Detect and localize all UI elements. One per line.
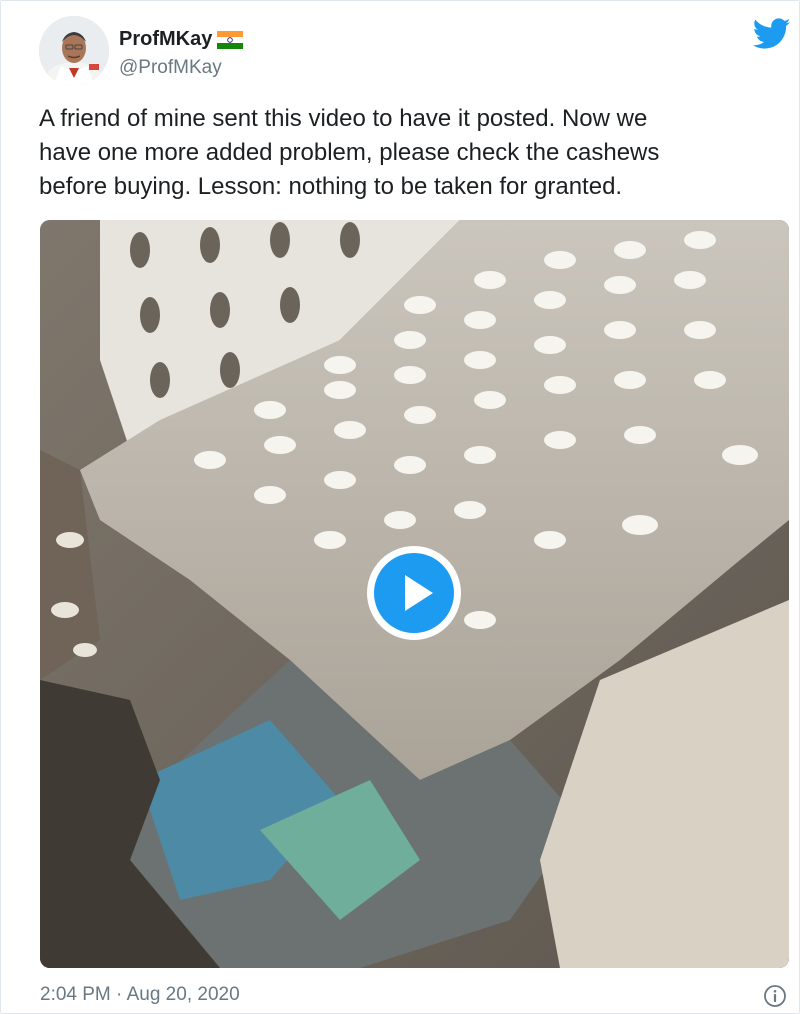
tweet-text: A friend of mine sent this video to have…	[39, 102, 779, 204]
author-handle[interactable]: @ProfMKay	[119, 57, 222, 79]
play-button[interactable]	[367, 546, 461, 640]
play-icon	[405, 575, 433, 611]
tweet-timestamp[interactable]: 2:04 PM · Aug 20, 2020	[40, 984, 240, 1006]
author-name-text[interactable]: ProfMKay	[119, 28, 212, 51]
twitter-bird-icon[interactable]	[753, 18, 791, 50]
profile-avatar[interactable]	[39, 16, 109, 86]
tweet-text-line: before buying. Lesson: nothing to be tak…	[39, 173, 623, 200]
video-thumbnail[interactable]	[40, 220, 789, 968]
author-display-name[interactable]: ProfMKay	[119, 28, 244, 51]
tweet-text-line: A friend of mine sent this video to have…	[39, 105, 648, 132]
info-icon[interactable]	[763, 984, 787, 1008]
india-flag-icon	[217, 30, 244, 49]
tweet-card: ProfMKay @ProfMKay A friend of mine sent…	[0, 0, 800, 1014]
play-button-circle	[374, 553, 454, 633]
tweet-text-line: have one more added problem, please chec…	[39, 139, 660, 166]
avatar-image	[39, 16, 109, 86]
